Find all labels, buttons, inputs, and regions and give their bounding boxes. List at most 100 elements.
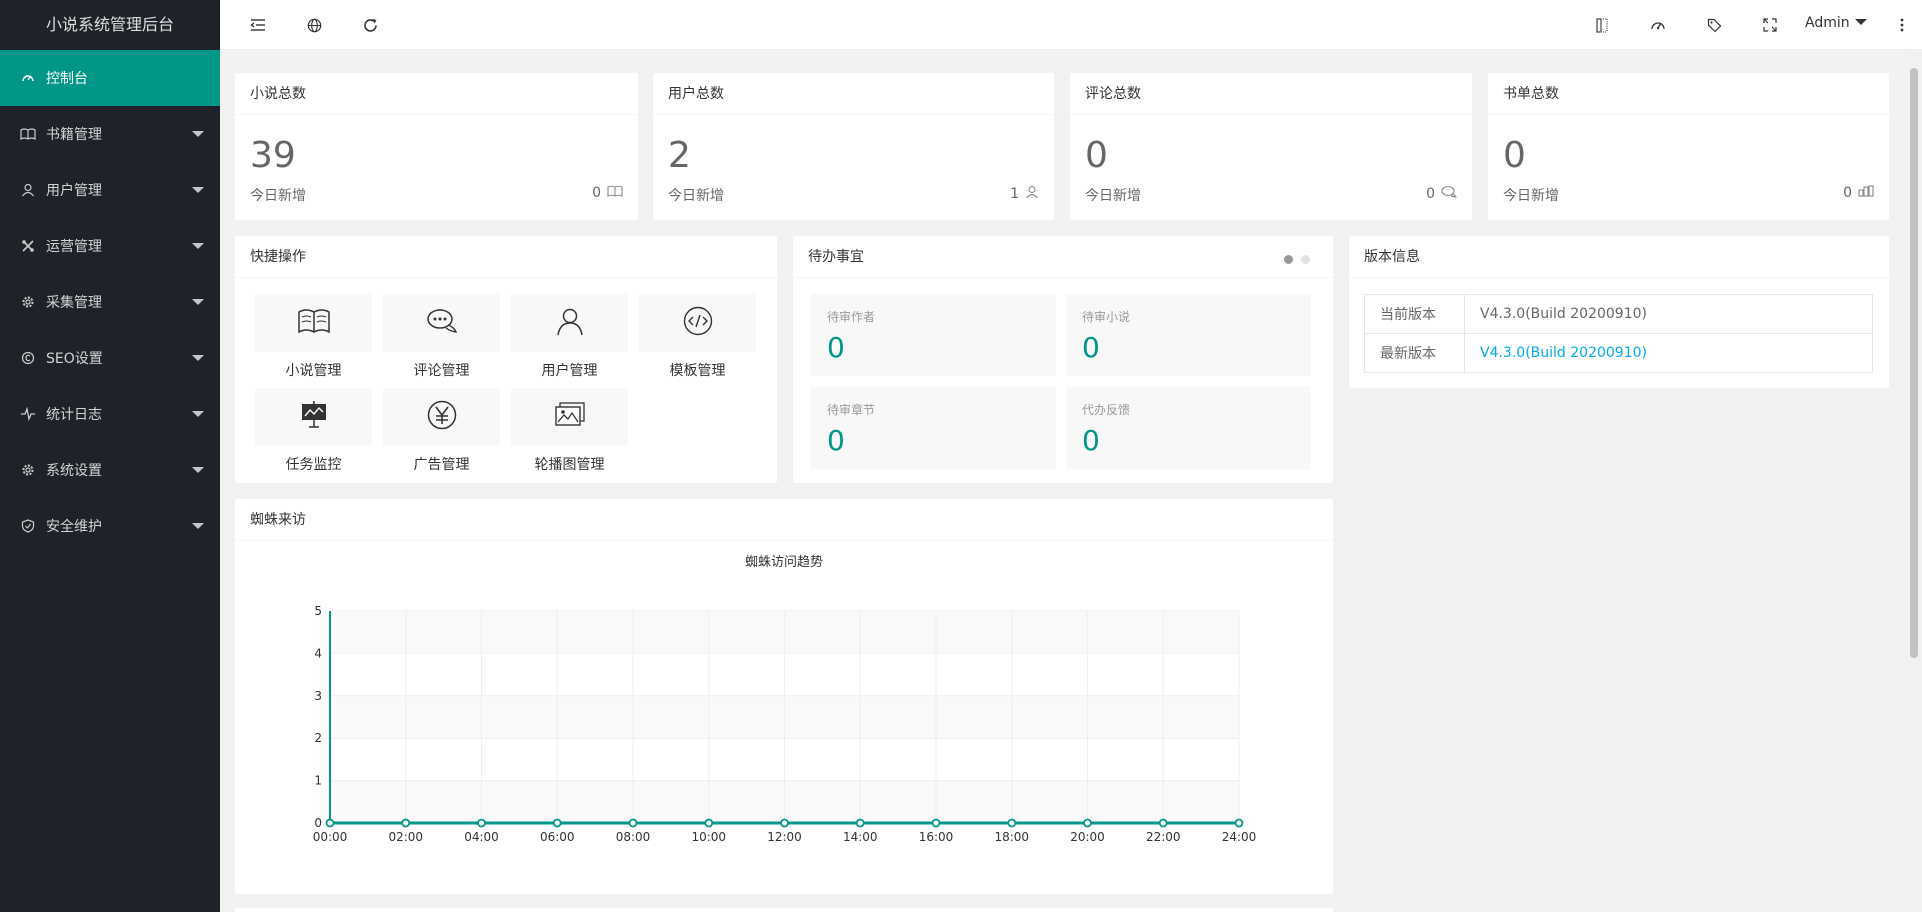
y-tick-label: 4 <box>314 646 322 660</box>
user-icon <box>1025 185 1039 203</box>
quick-icon-box <box>255 294 372 352</box>
y-tick-label: 5 <box>314 604 322 618</box>
page-scrollbar[interactable] <box>1906 50 1922 912</box>
data-point[interactable] <box>1007 818 1017 828</box>
data-point[interactable] <box>552 818 562 828</box>
shield-icon <box>20 518 36 534</box>
sidebar-item-security[interactable]: 安全维护 <box>0 498 220 554</box>
quick-label: 用户管理 <box>541 363 598 379</box>
sidebar: 小说系统管理后台 控制台 书籍管理 用户管理 运营管理 采集管理 SEO设置 统… <box>0 0 220 912</box>
x-tick-label: 10:00 <box>691 830 726 844</box>
quick-task-monitor[interactable]: 任务监控 <box>255 388 372 474</box>
quick-label: 轮播图管理 <box>534 457 605 473</box>
data-point[interactable] <box>325 818 335 828</box>
more-icon[interactable] <box>1890 13 1914 37</box>
code-icon <box>683 306 713 340</box>
stat-sub-label: 今日新增 <box>1503 188 1559 204</box>
carousel-dot-active[interactable] <box>1284 255 1293 264</box>
book-icon <box>20 126 36 142</box>
card-title: 待办事宜 <box>793 236 1333 278</box>
data-point[interactable] <box>931 818 941 828</box>
data-point[interactable] <box>628 818 638 828</box>
sidebar-item-label: 用户管理 <box>46 183 102 199</box>
dashboard-icon <box>20 70 36 86</box>
pulse-icon <box>20 406 36 422</box>
comment-icon <box>426 307 458 339</box>
theme-icon[interactable] <box>1590 13 1614 37</box>
seo-icon <box>20 350 36 366</box>
todo-label: 待审小说 <box>1082 310 1131 324</box>
sidebar-item-users[interactable]: 用户管理 <box>0 162 220 218</box>
carousel-dot[interactable] <box>1301 255 1310 264</box>
data-point[interactable] <box>704 818 714 828</box>
quick-novel-manage[interactable]: 小说管理 <box>255 294 372 380</box>
stat-card-novels: 小说总数 39 今日新增 0 <box>235 73 638 220</box>
table-row: 最新版本 V4.3.0(Build 20200910) <box>1364 333 1873 373</box>
sidebar-item-label: 运营管理 <box>46 239 102 255</box>
data-point[interactable] <box>855 818 865 828</box>
refresh-icon[interactable] <box>358 13 382 37</box>
sidebar-item-label: SEO设置 <box>46 351 103 367</box>
y-tick-label: 1 <box>314 774 322 788</box>
version-link-text[interactable]: V4.3.0(Build 20200910) <box>1480 345 1647 361</box>
version-key: 最新版本 <box>1364 333 1465 373</box>
x-tick-label: 04:00 <box>464 830 499 844</box>
data-point[interactable] <box>401 818 411 828</box>
tag-icon[interactable] <box>1702 13 1726 37</box>
palette-icon[interactable] <box>1646 13 1670 37</box>
todo-value: 0 <box>1082 331 1100 364</box>
sidebar-item-operations[interactable]: 运营管理 <box>0 218 220 274</box>
card-title: 小说总数 <box>235 73 638 115</box>
menu-collapse-icon[interactable] <box>246 13 270 37</box>
data-point[interactable] <box>477 818 486 828</box>
sidebar-item-dashboard[interactable]: 控制台 <box>0 50 220 106</box>
data-point[interactable] <box>1158 818 1168 828</box>
quick-icon-box <box>639 294 756 352</box>
todo-item-feedback[interactable]: 代办反馈 0 <box>1066 387 1311 469</box>
comment-icon <box>1441 185 1457 203</box>
table-row: 当前版本 V4.3.0(Build 20200910) <box>1364 294 1873 334</box>
scrollbar-thumb[interactable] <box>1910 68 1918 658</box>
fullscreen-icon[interactable] <box>1758 13 1782 37</box>
yen-icon <box>427 400 457 434</box>
quick-icon-box <box>511 294 628 352</box>
todo-item-pending-chapters[interactable]: 待审章节 0 <box>811 387 1056 469</box>
sidebar-item-books[interactable]: 书籍管理 <box>0 106 220 162</box>
stat-value: 0 <box>1085 135 1108 176</box>
stat-card-comments: 评论总数 0 今日新增 0 <box>1070 73 1472 220</box>
sidebar-item-stats[interactable]: 统计日志 <box>0 386 220 442</box>
chevron-down-icon <box>192 355 204 361</box>
card-title: 版本信息 <box>1349 236 1889 278</box>
chevron-down-icon <box>192 523 204 529</box>
latest-version-link[interactable]: V4.3.0(Build 20200910) <box>1464 333 1873 373</box>
sidebar-item-label: 系统设置 <box>46 463 102 479</box>
quick-user-manage[interactable]: 用户管理 <box>511 294 628 380</box>
chevron-down-icon <box>192 187 204 193</box>
user-menu[interactable]: Admin <box>1805 15 1867 31</box>
data-point[interactable] <box>780 818 789 828</box>
stat-value: 2 <box>668 135 691 176</box>
card-title: 评论总数 <box>1070 73 1472 115</box>
stat-today: 1 <box>1010 185 1039 203</box>
sidebar-item-system[interactable]: 系统设置 <box>0 442 220 498</box>
x-tick-label: 16:00 <box>919 830 954 844</box>
quick-carousel-manage[interactable]: 轮播图管理 <box>511 388 628 474</box>
todo-item-pending-novels[interactable]: 待审小说 0 <box>1066 294 1311 376</box>
app-logo: 小说系统管理后台 <box>45 15 174 34</box>
sidebar-item-collect[interactable]: 采集管理 <box>0 274 220 330</box>
quick-icon-box <box>383 388 500 446</box>
globe-icon[interactable] <box>302 13 326 37</box>
todo-label: 代办反馈 <box>1082 403 1131 417</box>
todo-item-pending-authors[interactable]: 待审作者 0 <box>811 294 1056 376</box>
data-point[interactable] <box>1234 818 1244 828</box>
card-title: 快捷操作 <box>235 236 777 278</box>
quick-label: 任务监控 <box>285 457 342 473</box>
data-point[interactable] <box>1083 818 1092 828</box>
todo-label: 待审章节 <box>827 403 876 417</box>
quick-template-manage[interactable]: 模板管理 <box>639 294 756 380</box>
quick-ad-manage[interactable]: 广告管理 <box>383 388 500 474</box>
gear-icon <box>20 294 36 310</box>
user-name: Admin <box>1805 15 1850 31</box>
sidebar-item-seo[interactable]: SEO设置 <box>0 330 220 386</box>
quick-comment-manage[interactable]: 评论管理 <box>383 294 500 380</box>
